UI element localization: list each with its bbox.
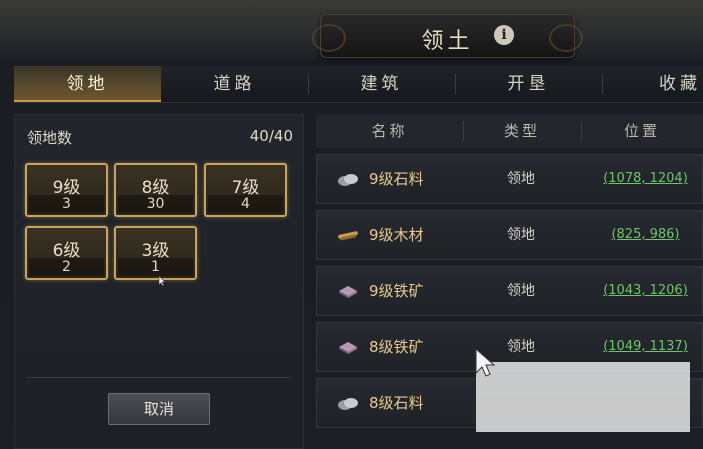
level-card-7[interactable]: 7级 4 [204, 163, 287, 217]
iron-icon [339, 342, 357, 354]
resource-type: 领地 [507, 283, 535, 299]
column-header-type: 类型 [503, 122, 540, 140]
column-header-name: 名称 [371, 122, 408, 140]
table-header: 名称 类型 位置 [316, 114, 703, 148]
resource-name: 8级石料 [369, 394, 424, 412]
level-count: 2 [29, 258, 104, 276]
position-link[interactable]: (1043, 1206) [587, 267, 703, 315]
resource-type: 领地 [507, 227, 535, 243]
watermark-overlay [476, 362, 690, 432]
wood-icon [338, 231, 358, 241]
cancel-button[interactable]: 取消 [108, 393, 210, 425]
level-count: 3 [29, 195, 104, 213]
resource-name: 9级铁矿 [369, 282, 424, 300]
stone-icon [338, 398, 358, 410]
tab-bar: 领地 道路 建筑 开垦 收藏 [14, 66, 703, 103]
title-plate: 领土 [312, 14, 583, 58]
resource-name: 8级铁矿 [369, 338, 424, 356]
table-row[interactable]: 9级铁矿 领地 (1043, 1206) [316, 266, 703, 316]
table-row[interactable]: 9级木材 领地 (825, 986) [316, 210, 703, 260]
level-count: 1 [118, 258, 193, 276]
tab-territory[interactable]: 领地 [14, 66, 161, 102]
level-card-3[interactable]: 3级 1 [114, 226, 197, 280]
tab-buildings[interactable]: 建筑 [308, 66, 455, 102]
resource-name: 9级木材 [369, 226, 424, 244]
tab-reclaim[interactable]: 开垦 [455, 66, 602, 102]
level-card-6[interactable]: 6级 2 [25, 226, 108, 280]
tab-favorites[interactable]: 收藏 [602, 66, 703, 102]
territory-count-value: 40/40 [249, 127, 293, 145]
stone-icon [338, 174, 358, 186]
position-link[interactable]: (1078, 1204) [587, 155, 703, 203]
resource-name: 9级石料 [369, 170, 424, 188]
iron-icon [339, 286, 357, 298]
tab-roads[interactable]: 道路 [161, 66, 308, 102]
table-row[interactable]: 9级石料 领地 (1078, 1204) [316, 154, 703, 204]
divider [27, 377, 291, 378]
level-card-8[interactable]: 8级 30 [114, 163, 197, 217]
info-icon[interactable]: i [494, 25, 514, 45]
column-header-position: 位置 [623, 122, 660, 140]
cursor-icon [158, 275, 166, 287]
territory-count-label: 领地数 [27, 129, 73, 147]
position-link[interactable]: (825, 986) [587, 211, 703, 259]
page-title: 领土 [421, 29, 474, 54]
level-count: 4 [208, 195, 283, 213]
level-card-9[interactable]: 9级 3 [25, 163, 108, 217]
cursor-icon [475, 347, 496, 377]
level-count: 30 [118, 195, 193, 213]
resource-type: 领地 [507, 171, 535, 187]
